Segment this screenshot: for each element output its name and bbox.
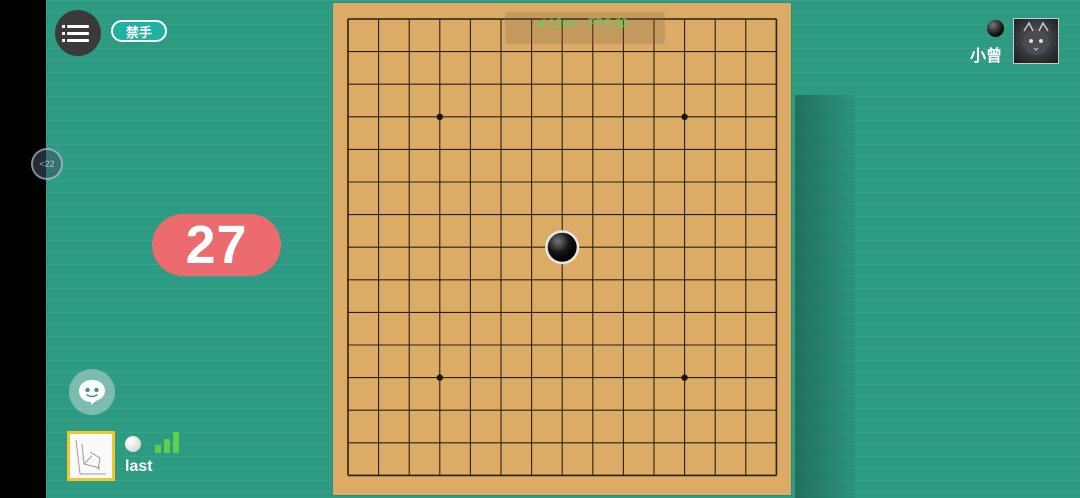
menu-icon [62,21,89,46]
floating-assist-ball[interactable]: <22 [31,148,63,180]
left-black-strip [0,0,46,498]
star-point [436,374,443,381]
signal-strength-icon [155,431,181,453]
sketch-avatar-icon[interactable] [67,431,115,481]
star-point [681,374,688,381]
cat-avatar-icon[interactable] [1013,18,1059,64]
my-white-stone-icon [125,436,141,452]
chat-button[interactable] [69,369,115,415]
black-stone [547,232,577,262]
board-grid[interactable] [333,3,791,495]
latency-text: al 12ms [536,16,579,30]
board-shadow [795,95,855,498]
my-player-name: last [125,458,153,475]
opponent-player-name: 小曾 [970,48,1003,65]
opponent-black-stone-icon [987,20,1004,37]
chat-emoji-icon [79,380,105,405]
turn-timer: 27 [152,214,281,276]
sketch-avatar-drawing [75,439,106,475]
star-point [681,113,688,121]
star-point [436,113,443,121]
gomoku-board[interactable] [333,3,791,495]
forbidden-moves-button[interactable]: 禁手 [111,20,167,42]
cat-avatar-drawing [1023,21,1049,55]
menu-button[interactable] [55,10,101,56]
debug-stats: al 12ms FPS 60 [536,16,628,30]
fps-text: FPS 60 [588,16,629,30]
